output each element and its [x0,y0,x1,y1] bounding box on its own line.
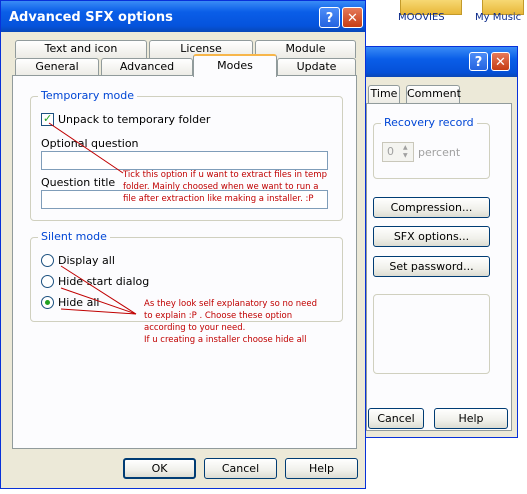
spinner-arrows-icon[interactable]: ▲ ▼ [403,144,412,160]
bg-close-title-button[interactable]: ✕ [491,52,510,71]
my-music-folder-label[interactable]: My Music [475,12,521,23]
bg-cancel-button[interactable]: Cancel [368,408,424,429]
display-all-annotation-line [60,265,137,315]
bg-tab-time[interactable]: Time [368,85,400,103]
archive-options-window: ? ✕ Time Comment Recovery record 0 ▲ ▼ pe… [362,46,518,438]
moovies-folder-label[interactable]: MOOVIES [398,12,445,23]
ok-button[interactable]: OK [123,458,196,479]
recovery-record-group: Recovery record 0 ▲ ▼ percent [373,116,490,179]
background-title-bar: ? ✕ [363,47,517,77]
cancel-button[interactable]: Cancel [204,458,277,479]
temp-annotation-line [48,122,124,174]
help-button[interactable]: Help [285,458,358,479]
compression-button[interactable]: Compression... [373,197,490,218]
sfx-options-button[interactable]: SFX options... [373,226,490,247]
bg-empty-group [373,294,490,374]
bg-help-title-button[interactable]: ? [469,52,488,71]
recovery-unit-label: percent [418,146,461,159]
advanced-sfx-options-dialog: Advanced SFX options ? ✕ Text and icon L… [0,0,366,489]
tab-modes[interactable]: Modes [193,54,277,77]
annotation-lines [48,122,137,315]
recovery-record-legend: Recovery record [381,116,477,129]
bg-tab-comment[interactable]: Comment [406,85,461,103]
bg-help-button[interactable]: Help [434,408,508,429]
recovery-percent-spinner[interactable]: 0 ▲ ▼ [382,142,414,162]
set-password-button[interactable]: Set password... [373,256,490,277]
recovery-value: 0 [387,145,394,158]
